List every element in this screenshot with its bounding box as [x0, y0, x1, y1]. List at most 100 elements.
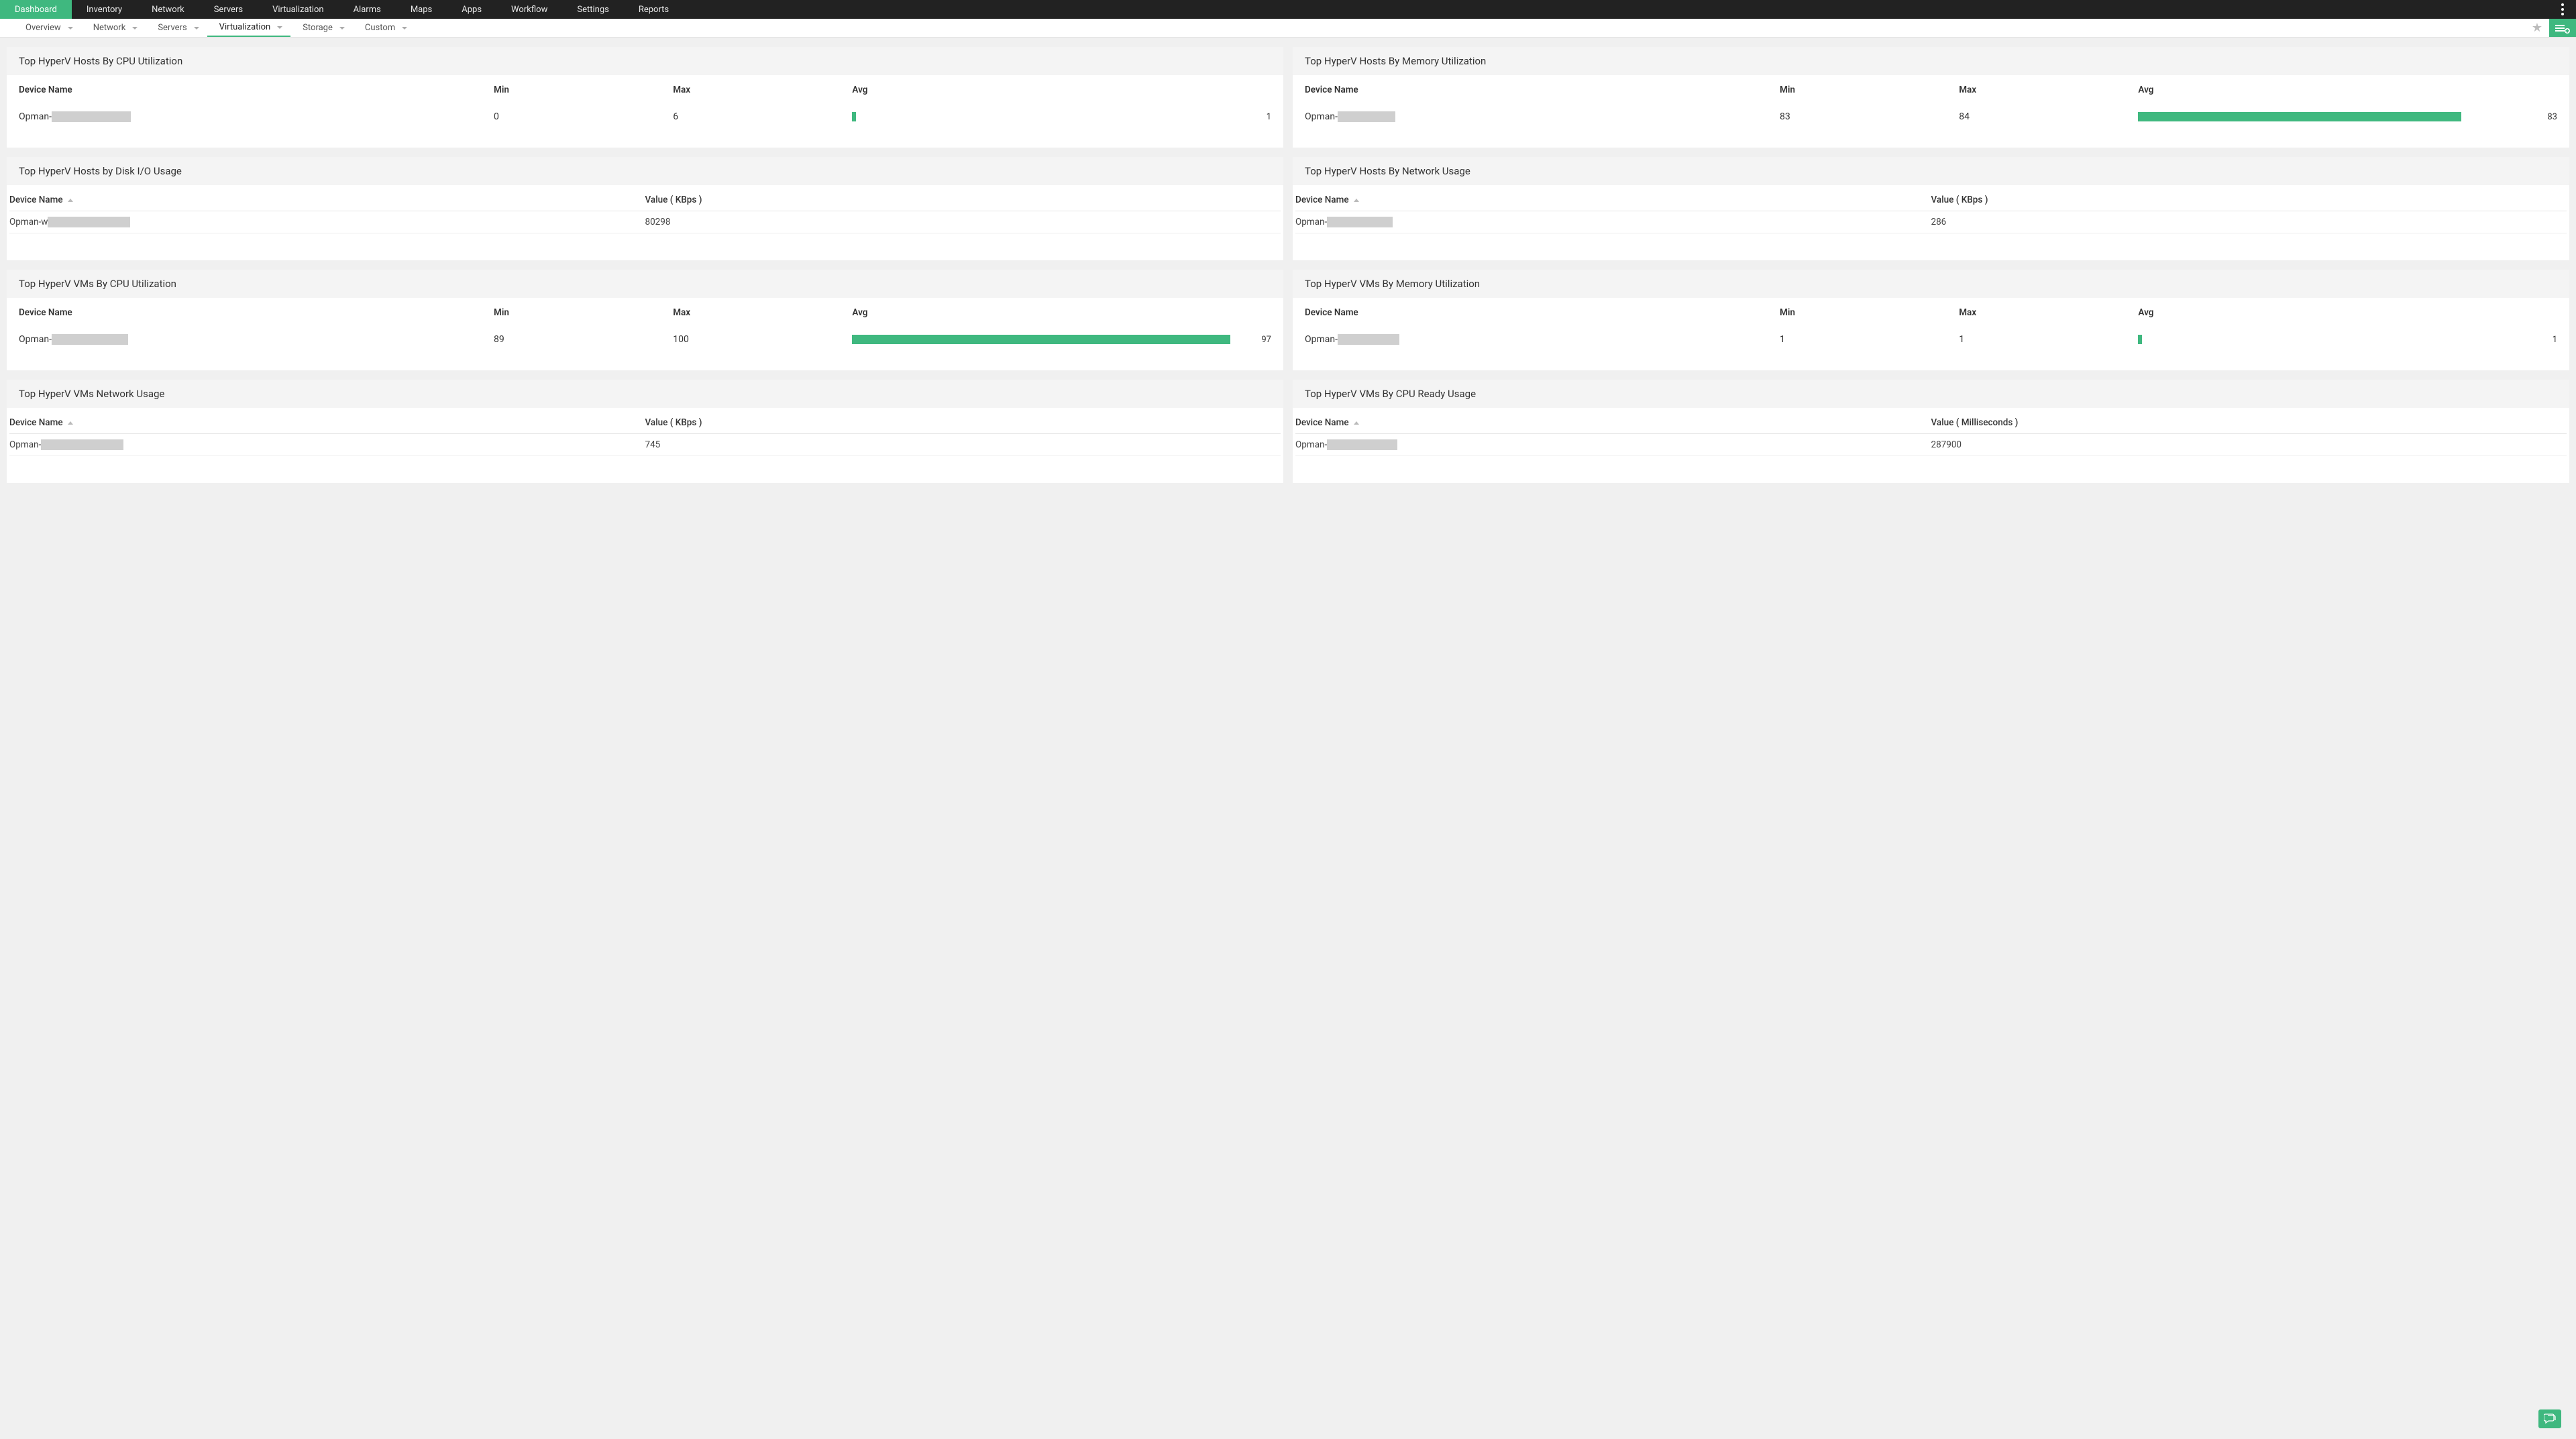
table-header: Device Name Value ( KBps ) [9, 189, 1281, 211]
col-min[interactable]: Min [494, 85, 666, 95]
col-value[interactable]: Value ( KBps ) [1931, 195, 2567, 205]
col-min[interactable]: Min [494, 307, 666, 318]
nav-workflow[interactable]: Workflow [496, 0, 562, 19]
col-max[interactable]: Max [1959, 85, 2131, 95]
nav-servers[interactable]: Servers [199, 0, 258, 19]
col-device-name[interactable]: Device Name [1305, 307, 1773, 318]
device-name-cell[interactable]: Opman- [1295, 217, 1931, 227]
dashboard-content: Top HyperV Hosts By CPU Utilization Devi… [0, 38, 2576, 503]
nav-dashboard[interactable]: Dashboard [0, 0, 72, 19]
panel-hosts-mem: Top HyperV Hosts By Memory Utilization D… [1293, 47, 2569, 148]
nav-alarms[interactable]: Alarms [339, 0, 396, 19]
avg-value: 1 [2541, 335, 2557, 345]
subnav-storage-label: Storage [303, 23, 333, 33]
nav-network[interactable]: Network [137, 0, 199, 19]
subnav-network[interactable]: Network [81, 19, 146, 37]
subnav-virtualization[interactable]: Virtualization [207, 19, 291, 37]
device-name-cell[interactable]: Opman- [1295, 439, 1931, 450]
table-row: Opman- 0 6 1 [19, 107, 1271, 126]
sort-asc-icon [68, 199, 73, 202]
cell-value: 80298 [645, 217, 1281, 227]
col-avg[interactable]: Avg [852, 307, 1271, 318]
device-name-cell[interactable]: Opman-w [9, 217, 645, 227]
nav-settings[interactable]: Settings [562, 0, 623, 19]
device-name-cell[interactable]: Opman- [19, 334, 487, 345]
col-value[interactable]: Value ( KBps ) [645, 417, 1281, 428]
col-avg[interactable]: Avg [2138, 85, 2557, 95]
chat-fab[interactable] [2538, 1409, 2561, 1428]
subnav-overview-label: Overview [25, 23, 61, 33]
panel-title: Top HyperV VMs By CPU Ready Usage [1293, 380, 2569, 408]
avg-bar-track [2138, 335, 2528, 344]
chevron-down-icon [132, 27, 138, 30]
chevron-down-icon [194, 27, 199, 30]
col-min[interactable]: Min [1780, 307, 1952, 318]
add-widget-button[interactable] [2549, 19, 2576, 37]
col-min[interactable]: Min [1780, 85, 1952, 95]
cell-value: 286 [1931, 217, 2567, 227]
nav-reports[interactable]: Reports [624, 0, 684, 19]
col-device-name[interactable]: Device Name [1295, 417, 1931, 428]
nav-inventory[interactable]: Inventory [72, 0, 137, 19]
avg-value: 83 [2541, 112, 2557, 122]
avg-bar-fill [852, 112, 856, 121]
sort-asc-icon [1354, 199, 1359, 202]
col-max[interactable]: Max [673, 85, 845, 95]
device-name-cell[interactable]: Opman- [9, 439, 645, 450]
col-device-name[interactable]: Device Name [9, 417, 645, 428]
col-value[interactable]: Value ( KBps ) [645, 195, 1281, 205]
col-device-name[interactable]: Device Name [1305, 85, 1773, 95]
col-device-name[interactable]: Device Name [19, 85, 487, 95]
subnav-servers[interactable]: Servers [146, 19, 207, 37]
device-name-prefix: Opman- [19, 111, 52, 122]
col-device-name-label: Device Name [1295, 417, 1349, 428]
nav-virtualization[interactable]: Virtualization [258, 0, 339, 19]
nav-maps[interactable]: Maps [396, 0, 447, 19]
table-header: Device Name Value ( KBps ) [9, 412, 1281, 434]
col-max[interactable]: Max [1959, 307, 2131, 318]
cell-value: 287900 [1931, 439, 2567, 450]
favorite-star-icon[interactable]: ★ [2525, 19, 2549, 37]
kebab-menu-icon[interactable] [2556, 0, 2569, 19]
redacted-text [1338, 334, 1399, 345]
cell-min: 0 [494, 111, 666, 122]
subnav-storage[interactable]: Storage [290, 19, 353, 37]
nav-apps[interactable]: Apps [447, 0, 496, 19]
sort-asc-icon [1354, 421, 1359, 425]
panel-title: Top HyperV VMs Network Usage [7, 380, 1283, 408]
panel-title: Top HyperV Hosts By CPU Utilization [7, 47, 1283, 75]
col-device-name[interactable]: Device Name [1295, 195, 1931, 205]
col-device-name[interactable]: Device Name [19, 307, 487, 318]
avg-value: 97 [1255, 335, 1271, 345]
device-name-prefix: Opman- [1305, 334, 1338, 345]
avg-bar-fill [2138, 335, 2142, 344]
panel-vms-mem: Top HyperV VMs By Memory Utilization Dev… [1293, 270, 2569, 370]
subnav-custom[interactable]: Custom [353, 19, 415, 37]
device-name-cell[interactable]: Opman- [1305, 334, 1773, 345]
table-row: Opman- 745 [9, 434, 1281, 456]
cell-avg: 1 [852, 112, 1271, 122]
chevron-down-icon [402, 27, 407, 30]
subnav-virtualization-label: Virtualization [219, 22, 271, 32]
cell-value: 745 [645, 439, 1281, 450]
cell-avg: 83 [2138, 112, 2557, 122]
col-avg[interactable]: Avg [852, 85, 1271, 95]
table-header: Device Name Value ( Milliseconds ) [1295, 412, 2567, 434]
panel-vms-cpuready: Top HyperV VMs By CPU Ready Usage Device… [1293, 380, 2569, 483]
col-avg[interactable]: Avg [2138, 307, 2557, 318]
device-name-prefix: Opman- [9, 439, 41, 450]
table-header: Device Name Min Max Avg [1305, 307, 2557, 330]
chevron-down-icon [339, 27, 345, 30]
col-device-name-label: Device Name [1295, 195, 1349, 205]
panel-hosts-net: Top HyperV Hosts By Network Usage Device… [1293, 157, 2569, 260]
cell-avg: 1 [2138, 335, 2557, 345]
subnav-custom-label: Custom [365, 23, 395, 33]
device-name-cell[interactable]: Opman- [1305, 111, 1773, 122]
col-value[interactable]: Value ( Milliseconds ) [1931, 417, 2567, 428]
subnav-overview[interactable]: Overview [13, 19, 81, 37]
panel-vms-cpu: Top HyperV VMs By CPU Utilization Device… [7, 270, 1283, 370]
device-name-cell[interactable]: Opman- [19, 111, 487, 122]
col-max[interactable]: Max [673, 307, 845, 318]
col-device-name[interactable]: Device Name [9, 195, 645, 205]
subnav-servers-label: Servers [158, 23, 186, 33]
